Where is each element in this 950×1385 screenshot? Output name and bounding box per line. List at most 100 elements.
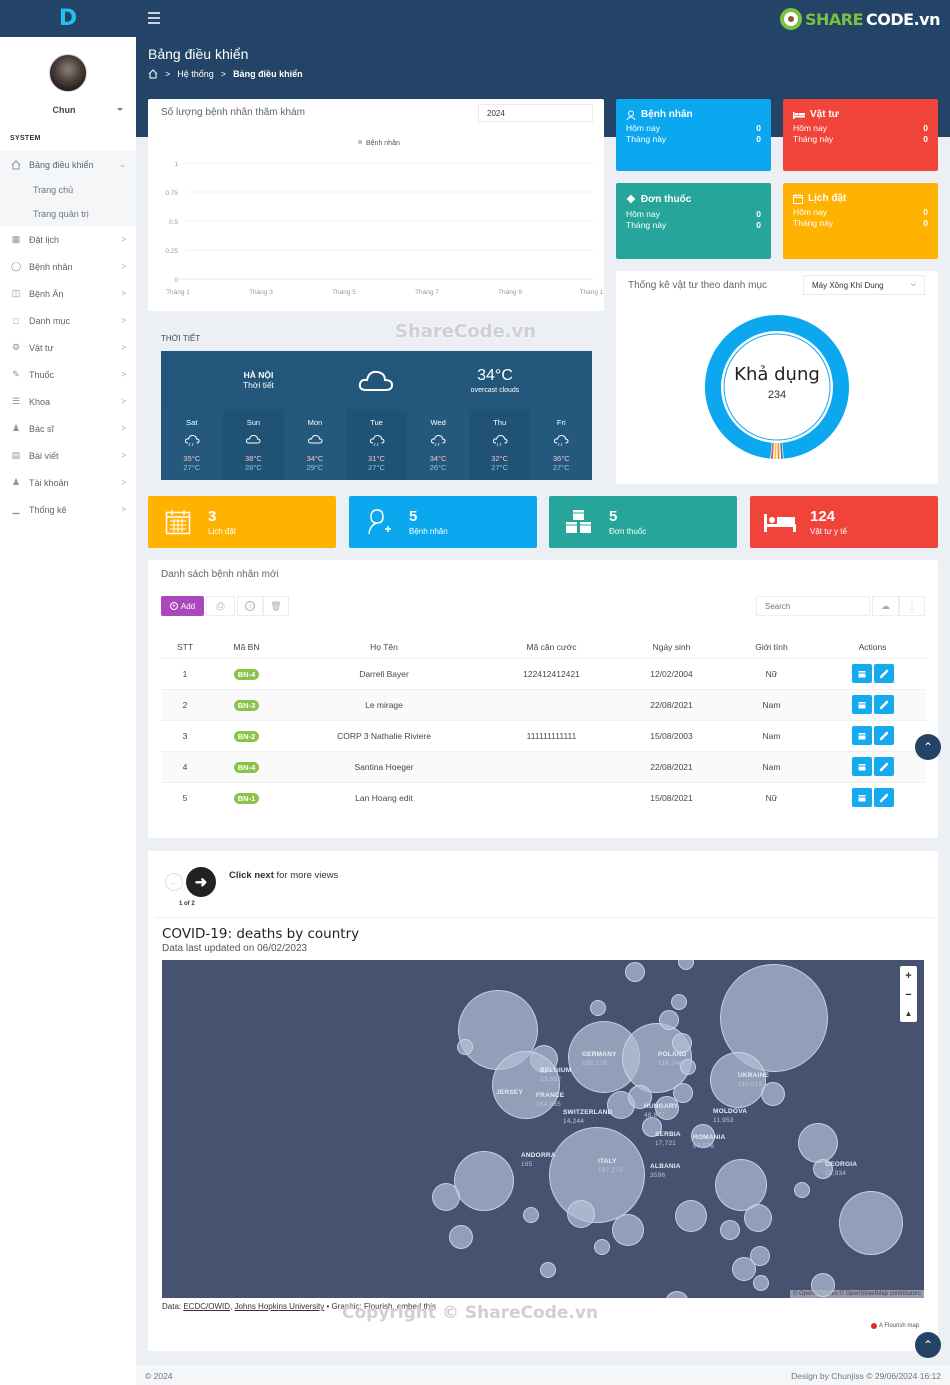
user-name[interactable]: Chun (0, 105, 128, 115)
country-bubble[interactable] (753, 1275, 769, 1291)
country-bubble[interactable] (523, 1207, 539, 1223)
country-name: ROMANIA (693, 1134, 726, 1141)
country-bubble[interactable] (590, 1000, 606, 1016)
schedule-button[interactable] (851, 664, 872, 683)
prev-view-button[interactable]: ← (165, 873, 183, 891)
source-link[interactable]: ECDC/OWID (183, 1302, 230, 1311)
country-bubble[interactable] (678, 960, 694, 970)
sidebar-item-dashboard[interactable]: Bảng điều khiển ⌄ (0, 151, 136, 178)
country-bubble[interactable] (798, 1123, 838, 1163)
delete-button[interactable]: 🗑 (263, 596, 289, 616)
sidebar-item-categories[interactable]: □ Danh mục > (0, 307, 136, 334)
country-bubble[interactable] (839, 1191, 903, 1255)
schedule-button[interactable] (851, 726, 872, 745)
sidebar-item-articles[interactable]: ▤ Bài viết > (0, 442, 136, 469)
country-bubble[interactable] (457, 1039, 473, 1055)
stat-card-patients[interactable]: Bệnh nhân Hôm nay 0 Tháng này 0 (616, 99, 771, 171)
edit-button[interactable] (873, 664, 894, 683)
country-bubble[interactable] (540, 1262, 556, 1278)
kpi-patients[interactable]: 5 Bệnh nhân (349, 496, 537, 548)
kpi-bookings[interactable]: 3 Lịch đặt (148, 496, 336, 548)
column-header[interactable]: Mã BN (209, 636, 284, 658)
search-input[interactable] (756, 596, 870, 616)
country-bubble[interactable] (720, 1220, 740, 1240)
zoom-in-button[interactable]: + (905, 970, 911, 982)
edit-button[interactable] (873, 726, 894, 745)
avatar[interactable] (49, 54, 87, 92)
home-icon[interactable] (148, 69, 158, 79)
country-bubble[interactable] (732, 1257, 756, 1281)
breadcrumb-item[interactable]: Hệ thống (177, 69, 214, 79)
country-bubble[interactable] (454, 1151, 514, 1211)
country-bubble[interactable] (671, 994, 687, 1010)
chevron-right-icon: > (121, 370, 126, 379)
donut-slice-available[interactable] (705, 315, 849, 459)
print-button[interactable]: ⎙ (206, 596, 235, 616)
menu-toggle-icon[interactable] (148, 12, 160, 24)
country-bubble[interactable] (811, 1273, 835, 1297)
sidebar-item-supplies[interactable]: ⚙ Vật tư > (0, 334, 136, 361)
country-bubble[interactable] (625, 962, 645, 982)
kpi-prescriptions[interactable]: 5 Đơn thuốc (549, 496, 737, 548)
edit-button[interactable] (873, 757, 894, 776)
cell-stt: 2 (161, 688, 209, 720)
sidebar-subitem-home[interactable]: Trang chủ (0, 178, 136, 202)
stat-card-prescriptions[interactable]: ❖ Đơn thuốc Hôm nay 0 Tháng này 0 (616, 183, 771, 259)
country-bubble[interactable] (567, 1200, 595, 1228)
sidebar-item-departments[interactable]: ☰ Khoa > (0, 388, 136, 415)
kpi-supplies[interactable]: 124 Vật tư y tế (750, 496, 938, 548)
columns-menu-button[interactable]: ⋮ (899, 596, 925, 616)
scroll-to-top-button[interactable]: ⌃ (915, 734, 941, 760)
column-header[interactable]: Giới tính (724, 636, 819, 658)
table-row[interactable]: 5 BN-1 Lan Hoang edit 15/08/2021 Nữ (161, 781, 926, 813)
sidebar-subitem-admin[interactable]: Trang quản trị (0, 202, 136, 226)
country-bubble[interactable] (794, 1182, 810, 1198)
table-row[interactable]: 2 BN-3 Le mirage 22/08/2021 Nam (161, 688, 926, 720)
edit-button[interactable] (873, 788, 894, 808)
table-row[interactable]: 3 BN-2 CORP 3 Nathalie Riviere 111111111… (161, 719, 926, 751)
column-header[interactable]: STT (161, 636, 209, 658)
column-header[interactable]: Họ Tên (284, 636, 484, 658)
country-bubble[interactable] (549, 1127, 645, 1223)
country-bubble[interactable] (612, 1214, 644, 1246)
country-bubble[interactable] (665, 1291, 689, 1298)
table-row[interactable]: 4 BN-4 Santina Hoeger 22/08/2021 Nam (161, 750, 926, 782)
column-header[interactable]: Ngày sinh (619, 636, 724, 658)
table-row[interactable]: 1 BN-4 Darrell Bayer 122412412421 12/02/… (161, 657, 926, 689)
sidebar-item-booking[interactable]: ▦ Đặt lịch > (0, 226, 136, 253)
app-logo[interactable]: D (0, 0, 136, 37)
country-bubble[interactable] (594, 1239, 610, 1255)
sidebar-item-statistics[interactable]: ▁ Thống kê > (0, 496, 136, 523)
country-bubble[interactable] (673, 1083, 693, 1103)
schedule-button[interactable] (851, 695, 872, 714)
country-bubble[interactable] (449, 1225, 473, 1249)
export-button[interactable]: ☁ (872, 596, 899, 616)
column-header[interactable]: Mã căn cước (484, 636, 619, 658)
stat-card-bookings[interactable]: Lịch đặt Hôm nay 0 Tháng này 0 (783, 183, 938, 259)
schedule-button[interactable] (851, 757, 872, 776)
flourish-credit[interactable]: A Flourish map (871, 1323, 919, 1329)
scroll-to-top-button[interactable]: ⌃ (915, 1332, 941, 1358)
chart-legend[interactable]: Bệnh nhân (358, 140, 400, 147)
stat-card-supplies[interactable]: Vật tư Hôm nay 0 Tháng này 0 (783, 99, 938, 171)
info-button[interactable]: i (237, 596, 263, 616)
reset-north-button[interactable]: ▲ (905, 1009, 913, 1018)
sidebar-item-accounts[interactable]: ♟ Tài khoản > (0, 469, 136, 496)
country-bubble[interactable] (744, 1204, 772, 1232)
add-button[interactable]: + Add (161, 596, 204, 616)
sidebar-item-medicine[interactable]: ✎ Thuốc > (0, 361, 136, 388)
covid-bubble-map[interactable]: + − ▲ © OpenMapTiles © OpenStreetMap con… (162, 960, 924, 1298)
zoom-out-button[interactable]: − (905, 989, 911, 1001)
sidebar-item-doctors[interactable]: ♟ Bác sĩ > (0, 415, 136, 442)
country-bubble[interactable] (675, 1200, 707, 1232)
sidebar-item-medical-records[interactable]: ◫ Bệnh Án > (0, 280, 136, 307)
edit-button[interactable] (873, 695, 894, 714)
caret-down-icon[interactable] (117, 108, 123, 111)
next-view-button[interactable]: ➜ (186, 867, 216, 897)
forecast-high: 34°C (306, 454, 324, 463)
source-link[interactable]: Johns Hopkins University (234, 1302, 324, 1311)
country-bubble[interactable] (659, 1010, 679, 1030)
schedule-button[interactable] (851, 788, 872, 808)
country-bubble[interactable] (432, 1183, 460, 1211)
sidebar-item-patients[interactable]: ◯ Bệnh nhân > (0, 253, 136, 280)
